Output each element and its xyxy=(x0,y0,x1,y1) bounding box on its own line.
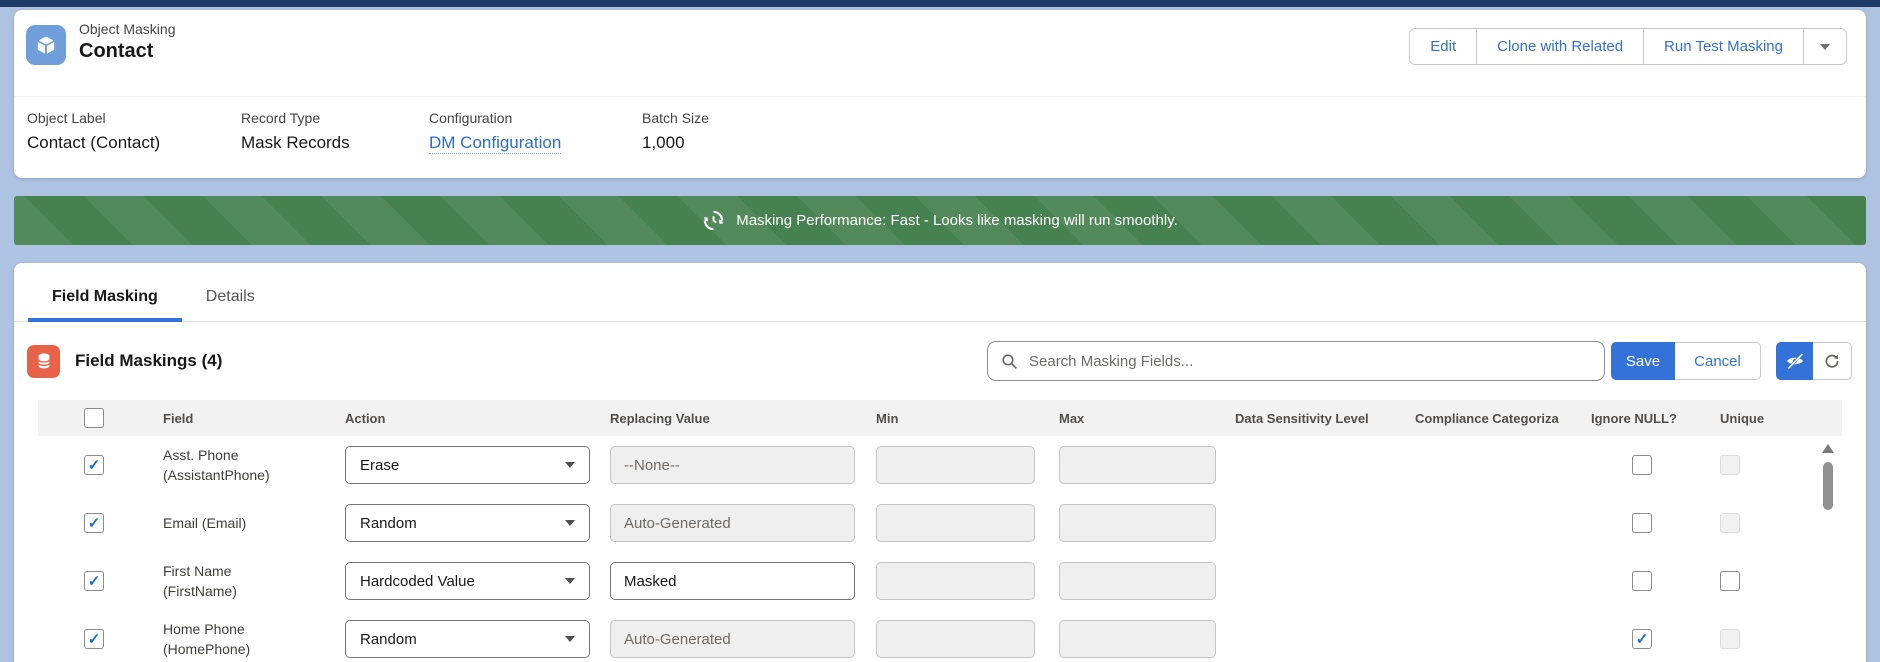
configuration-label: Configuration xyxy=(429,110,642,126)
action-dropdown[interactable]: Random xyxy=(345,620,590,658)
ignore-null-checkbox[interactable] xyxy=(1632,629,1652,649)
top-navigation-strip xyxy=(0,0,1880,7)
field-name: First Name (FirstName) xyxy=(163,561,345,601)
unique-checkbox xyxy=(1720,513,1740,533)
column-header-field: Field xyxy=(163,411,345,426)
more-actions-button[interactable] xyxy=(1803,29,1846,64)
record-action-group: Edit Clone with Related Run Test Masking xyxy=(1409,28,1847,65)
cancel-button[interactable]: Cancel xyxy=(1675,342,1761,380)
hide-columns-toggle-button[interactable] xyxy=(1776,342,1813,380)
search-icon xyxy=(1001,353,1018,370)
column-header-ignore-null: Ignore NULL? xyxy=(1591,411,1720,426)
replacing-value-input: Auto-Generated xyxy=(610,620,855,658)
refresh-icon xyxy=(1823,352,1841,370)
chevron-down-icon xyxy=(565,636,575,642)
row-select-checkbox[interactable] xyxy=(84,455,104,475)
unique-checkbox xyxy=(1720,455,1740,475)
object-masking-cube-icon xyxy=(26,25,66,65)
chevron-down-icon xyxy=(565,462,575,468)
action-dropdown[interactable]: Hardcoded Value xyxy=(345,562,590,600)
clone-with-related-button[interactable]: Clone with Related xyxy=(1476,29,1643,64)
min-input xyxy=(876,562,1035,600)
record-type-label: Record Type xyxy=(241,110,429,126)
tab-details[interactable]: Details xyxy=(182,263,279,322)
batch-size-value: 1,000 xyxy=(642,133,709,153)
max-input xyxy=(1059,446,1216,484)
vertical-scrollbar[interactable] xyxy=(1821,440,1834,662)
unique-checkbox xyxy=(1720,629,1740,649)
min-input xyxy=(876,504,1035,542)
row-select-checkbox[interactable] xyxy=(84,629,104,649)
object-label-value: Contact (Contact) xyxy=(27,133,241,153)
search-box xyxy=(987,341,1605,381)
section-title: Field Maskings (4) xyxy=(75,351,222,371)
column-header-unique: Unique xyxy=(1720,411,1842,426)
column-header-data-sensitivity-level: Data Sensitivity Level xyxy=(1235,411,1415,426)
field-name: Home Phone (HomePhone) xyxy=(163,619,345,659)
database-icon xyxy=(27,345,60,378)
scrollbar-thumb[interactable] xyxy=(1823,462,1833,510)
tab-field-masking[interactable]: Field Masking xyxy=(28,263,182,322)
field-name: Asst. Phone (AssistantPhone) xyxy=(163,445,345,485)
banner-message: Masking Performance: Fast - Looks like m… xyxy=(736,212,1178,229)
ignore-null-checkbox[interactable] xyxy=(1632,571,1652,591)
object-label-label: Object Label xyxy=(27,110,241,126)
search-input[interactable] xyxy=(1027,352,1591,371)
replacing-value-input[interactable]: Masked xyxy=(610,562,855,600)
table-row: Email (Email) Random Auto-Generated xyxy=(38,494,1842,552)
edit-button[interactable]: Edit xyxy=(1410,29,1476,64)
select-all-checkbox[interactable] xyxy=(84,408,104,428)
eye-off-icon xyxy=(1785,351,1805,371)
field-masking-table: Field Action Replacing Value Min Max Dat… xyxy=(38,400,1842,662)
column-header-max: Max xyxy=(1059,411,1235,426)
unique-checkbox[interactable] xyxy=(1720,571,1740,591)
column-header-min: Min xyxy=(876,411,1059,426)
max-input xyxy=(1059,620,1216,658)
chevron-down-icon xyxy=(565,520,575,526)
replacing-value-input: --None-- xyxy=(610,446,855,484)
table-header-row: Field Action Replacing Value Min Max Dat… xyxy=(38,400,1842,436)
action-dropdown[interactable]: Erase xyxy=(345,446,590,484)
column-header-action: Action xyxy=(345,411,610,426)
tab-bar: Field Masking Details xyxy=(14,263,1866,322)
table-row: First Name (FirstName) Hardcoded Value M… xyxy=(38,552,1842,610)
table-row: Home Phone (HomePhone) Random Auto-Gener… xyxy=(38,610,1842,662)
record-type-value: Mask Records xyxy=(241,133,429,153)
refresh-button[interactable] xyxy=(1813,342,1852,380)
chevron-down-icon xyxy=(1820,44,1830,50)
column-header-replacing-value: Replacing Value xyxy=(610,411,876,426)
run-test-masking-button[interactable]: Run Test Masking xyxy=(1643,29,1803,64)
chevron-down-icon xyxy=(565,578,575,584)
scrollbar-up-arrow-icon[interactable] xyxy=(1822,444,1834,453)
sync-clock-icon xyxy=(702,209,725,232)
ignore-null-checkbox[interactable] xyxy=(1632,513,1652,533)
max-input xyxy=(1059,504,1216,542)
max-input xyxy=(1059,562,1216,600)
ignore-null-checkbox[interactable] xyxy=(1632,455,1652,475)
batch-size-label: Batch Size xyxy=(642,110,709,126)
replacing-value-input: Auto-Generated xyxy=(610,504,855,542)
field-masking-card: Field Masking Details Field Maskings (4)… xyxy=(14,263,1866,662)
action-dropdown[interactable]: Random xyxy=(345,504,590,542)
row-select-checkbox[interactable] xyxy=(84,513,104,533)
configuration-link[interactable]: DM Configuration xyxy=(429,133,561,154)
row-select-checkbox[interactable] xyxy=(84,571,104,591)
masking-performance-banner: Masking Performance: Fast - Looks like m… xyxy=(14,196,1866,245)
field-name: Email (Email) xyxy=(163,513,345,533)
table-body: Asst. Phone (AssistantPhone) Erase --Non… xyxy=(38,436,1842,662)
page-title: Contact xyxy=(79,40,175,63)
column-header-compliance-categorization: Compliance Categoriza xyxy=(1415,411,1591,426)
record-header-card: Object Masking Contact Edit Clone with R… xyxy=(14,10,1866,178)
record-entity-label: Object Masking xyxy=(79,21,175,37)
min-input xyxy=(876,620,1035,658)
min-input xyxy=(876,446,1035,484)
save-button[interactable]: Save xyxy=(1611,342,1675,380)
table-row: Asst. Phone (AssistantPhone) Erase --Non… xyxy=(38,436,1842,494)
